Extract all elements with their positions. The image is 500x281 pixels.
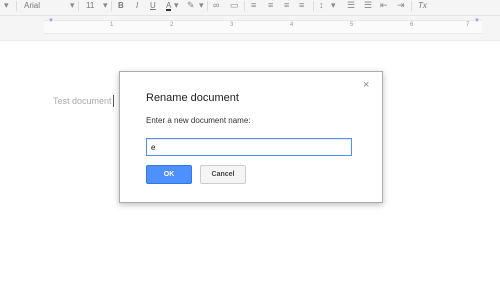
- highlight-chevron-icon[interactable]: ▾: [199, 0, 204, 14]
- left-indent-marker-icon[interactable]: ▼: [48, 18, 54, 24]
- toolbar-divider: [207, 1, 208, 11]
- rename-dialog: Rename document × Enter a new document n…: [119, 71, 383, 203]
- italic-button[interactable]: I: [136, 0, 138, 14]
- text-color-chevron-icon[interactable]: ▾: [174, 0, 179, 14]
- ruler-number: 7: [466, 22, 470, 28]
- align-left-icon[interactable]: ≡: [251, 0, 256, 14]
- increase-indent-icon[interactable]: ⇥: [397, 0, 405, 14]
- toolbar: ▾ Arial ▾ 11 ▾ B I U A ▾ ✎ ▾ ∞ ▭ ≡ ≡ ≡ ≡…: [0, 0, 500, 16]
- close-icon[interactable]: ×: [363, 79, 369, 91]
- align-right-icon[interactable]: ≡: [284, 0, 289, 14]
- ruler-number: 5: [350, 22, 354, 28]
- toolbar-divider: [313, 1, 314, 11]
- align-justify-icon[interactable]: ≡: [299, 0, 304, 14]
- toolbar-divider: [78, 1, 79, 11]
- clear-formatting-button[interactable]: Tx: [418, 0, 427, 14]
- zoom-chevron-icon[interactable]: ▾: [4, 0, 9, 14]
- text-cursor: [113, 95, 114, 107]
- font-size-select[interactable]: 11: [86, 0, 94, 14]
- link-icon[interactable]: ∞: [213, 0, 219, 14]
- font-family-chevron-icon[interactable]: ▾: [70, 0, 75, 14]
- right-indent-marker-icon[interactable]: ▼: [474, 18, 480, 24]
- underline-button[interactable]: U: [150, 0, 156, 14]
- comment-icon[interactable]: ▭: [230, 0, 239, 14]
- toolbar-divider: [244, 1, 245, 11]
- align-center-icon[interactable]: ≡: [268, 0, 273, 14]
- bold-button[interactable]: B: [118, 0, 124, 14]
- toolbar-divider: [411, 1, 412, 11]
- ok-button[interactable]: OK: [146, 165, 192, 184]
- ruler-number: 3: [230, 22, 234, 28]
- dialog-label: Enter a new document name:: [146, 116, 251, 125]
- line-spacing-icon[interactable]: ↕: [319, 0, 324, 14]
- bulleted-list-icon[interactable]: ☰: [364, 0, 372, 14]
- highlight-icon[interactable]: ✎: [187, 0, 195, 14]
- ruler-number: 2: [170, 22, 174, 28]
- ruler[interactable]: ▼ 1 2 3 4 5 6 7 ▼: [44, 18, 482, 34]
- ruler-area: ▼ 1 2 3 4 5 6 7 ▼: [0, 16, 500, 41]
- dialog-title: Rename document: [146, 92, 239, 104]
- ruler-number: 4: [290, 22, 294, 28]
- decrease-indent-icon[interactable]: ⇤: [380, 0, 388, 14]
- line-spacing-chevron-icon[interactable]: ▾: [331, 0, 336, 14]
- font-size-chevron-icon[interactable]: ▾: [103, 0, 108, 14]
- numbered-list-icon[interactable]: ☰: [347, 0, 355, 14]
- toolbar-divider: [16, 1, 17, 11]
- document-name-input[interactable]: [146, 138, 352, 156]
- text-color-button[interactable]: A: [166, 0, 172, 11]
- ruler-number: 6: [410, 22, 414, 28]
- toolbar-divider: [111, 1, 112, 11]
- ruler-number: 1: [110, 22, 114, 28]
- font-family-select[interactable]: Arial: [24, 0, 40, 14]
- document-title[interactable]: Test document: [53, 96, 112, 106]
- cancel-button[interactable]: Cancel: [200, 165, 246, 184]
